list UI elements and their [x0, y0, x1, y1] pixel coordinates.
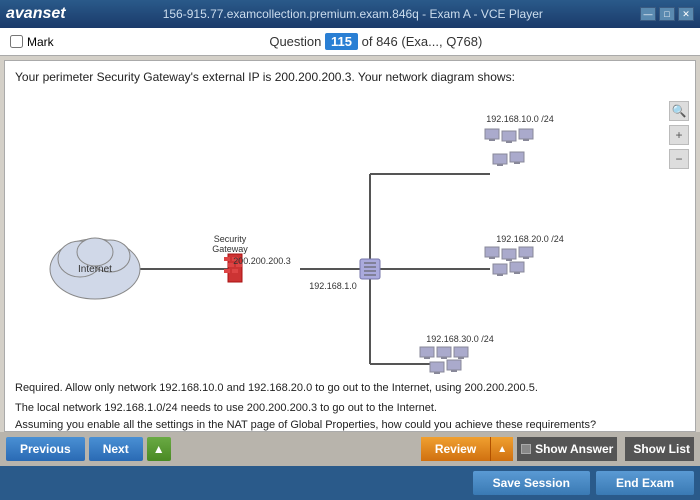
question-ref: (Exa..., Q768) [401, 34, 482, 49]
show-answer-icon [521, 444, 531, 454]
bottom-actions: Save Session End Exam [0, 466, 700, 500]
maximize-button[interactable]: □ [659, 7, 675, 21]
window-controls[interactable]: — □ ✕ [640, 7, 694, 21]
previous-button[interactable]: Previous [6, 437, 85, 461]
question-number: 115 [325, 33, 358, 50]
title-bar: avanset 156-915.77.examcollection.premiu… [0, 0, 700, 28]
mark-label: Mark [27, 35, 54, 49]
svg-text:Internet: Internet [78, 264, 112, 275]
minimize-button[interactable]: — [640, 7, 656, 21]
svg-text:192.168.10.0 /24: 192.168.10.0 /24 [486, 114, 554, 124]
search-icon[interactable]: 🔍 [669, 101, 689, 121]
question-label: Question [269, 34, 321, 49]
end-exam-button[interactable]: End Exam [596, 471, 694, 495]
app-logo: avanset [6, 5, 66, 23]
review-group: Review ▲ [421, 437, 513, 461]
network-diagram: Internet Security Gateway 200.200.200.3 [30, 94, 670, 374]
svg-text:Security: Security [214, 234, 247, 244]
logo-text2: set [42, 5, 65, 22]
close-button[interactable]: ✕ [678, 7, 694, 21]
sidebar-icons: 🔍 + − [669, 101, 689, 169]
question-header: Mark Question 115 of 846 (Exa..., Q768) [0, 28, 700, 56]
main-area: Mark Question 115 of 846 (Exa..., Q768) … [0, 28, 700, 500]
svg-text:192.168.30.0 /24: 192.168.30.0 /24 [426, 334, 494, 344]
show-list-button[interactable]: Show List [625, 437, 694, 461]
svg-text:Gateway: Gateway [212, 244, 248, 254]
show-answer-label: Show Answer [535, 442, 613, 456]
show-answer-button[interactable]: Show Answer [517, 437, 617, 461]
up-arrow-button[interactable]: ▲ [147, 437, 171, 461]
review-dropdown-button[interactable]: ▲ [490, 437, 513, 461]
mark-checkbox[interactable] [10, 35, 23, 48]
show-list-label: Show List [633, 442, 690, 456]
question-total: of 846 [362, 34, 398, 49]
question-info: Question 115 of 846 (Exa..., Q768) [62, 34, 690, 49]
save-session-button[interactable]: Save Session [473, 471, 590, 495]
question-text: Your perimeter Security Gateway's extern… [15, 69, 685, 86]
question-body: The local network 192.168.1.0/24 needs t… [15, 400, 685, 432]
window-title: 156-915.77.examcollection.premium.exam.8… [163, 7, 543, 21]
svg-text:192.168.1.0: 192.168.1.0 [309, 281, 357, 291]
zoom-out-icon[interactable]: − [669, 149, 689, 169]
required-text: Required. Allow only network 192.168.10.… [15, 380, 685, 397]
content-area: Your perimeter Security Gateway's extern… [4, 60, 696, 432]
zoom-in-icon[interactable]: + [669, 125, 689, 145]
review-button[interactable]: Review [421, 437, 490, 461]
next-button[interactable]: Next [89, 437, 143, 461]
logo-text1: avan [6, 5, 42, 22]
svg-text:200.200.200.3: 200.200.200.3 [233, 256, 291, 266]
mark-section: Mark [10, 35, 54, 49]
svg-text:192.168.20.0 /24: 192.168.20.0 /24 [496, 234, 564, 244]
bottom-nav: Previous Next ▲ Review ▲ Show Answer Sho… [0, 432, 700, 466]
